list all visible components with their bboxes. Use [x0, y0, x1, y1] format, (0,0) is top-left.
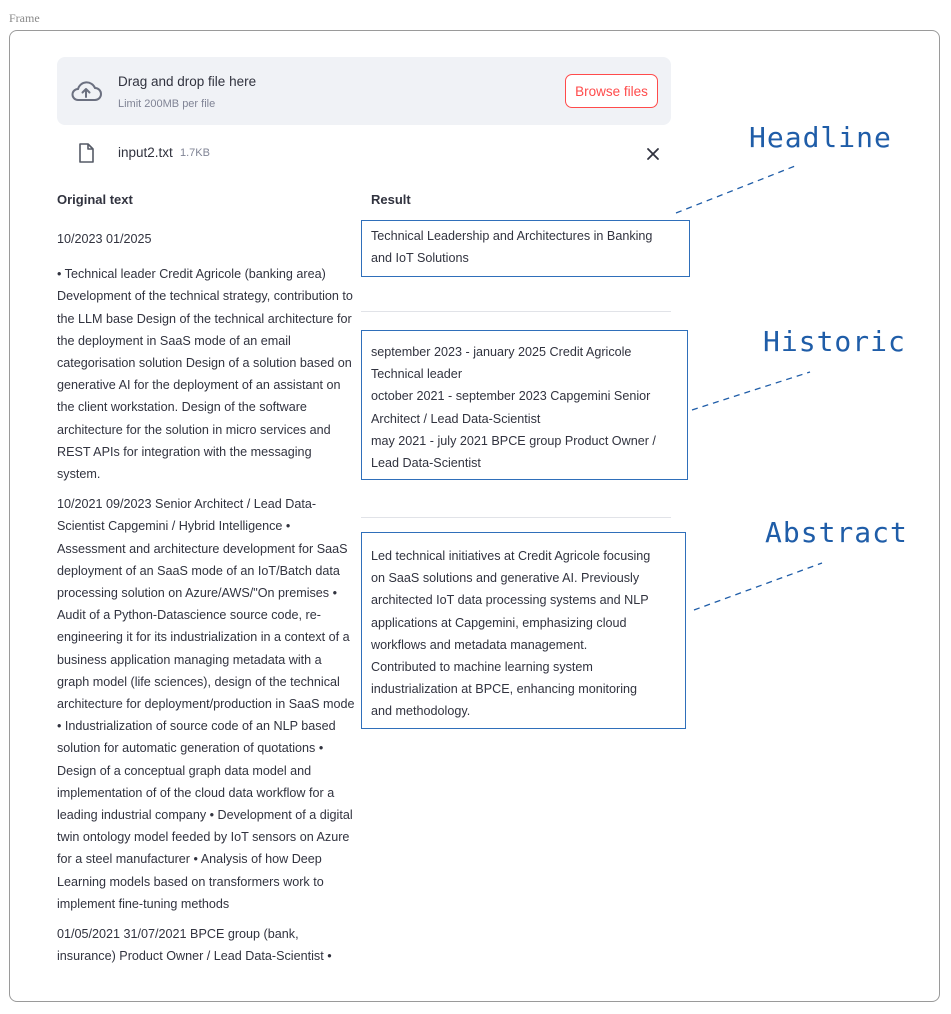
abstract-annotation: Abstract	[765, 516, 908, 549]
original-paragraph: 10/2023 01/2025	[57, 232, 152, 246]
file-size: 1.7KB	[180, 147, 210, 159]
original-text-panel: 10/2023 01/2025 • Technical leader Credi…	[57, 228, 357, 976]
historic-line: Architect / Lead Data-Scientist	[371, 411, 541, 426]
headline-annotation: Headline	[749, 121, 892, 154]
abstract-line: architected IoT data processing systems …	[371, 593, 649, 608]
cloud-upload-icon	[71, 81, 102, 101]
historic-line: Lead Data-Scientist	[371, 456, 481, 471]
abstract-line: and methodology.	[371, 704, 471, 719]
abstract-line: applications at Capgemini, emphasizing c…	[371, 615, 627, 630]
abstract-line: Led technical initiatives at Credit Agri…	[371, 549, 651, 563]
historic-line: Technical leader	[371, 367, 463, 382]
historic-line: september 2023 - january 2025 Credit Agr…	[371, 345, 632, 359]
original-paragraph: • Technical leader Credit Agricole (bank…	[57, 267, 353, 482]
headline-line: Technical Leadership and Architectures i…	[371, 229, 653, 243]
dropzone-limit: Limit 200MB per file	[118, 98, 216, 110]
uploaded-file-row: input2.txt 1.7KB	[57, 141, 671, 167]
original-text-header: Original text	[57, 192, 133, 207]
headline-result-box: Technical Leadership and Architectures i…	[361, 220, 690, 277]
divider	[361, 517, 671, 518]
file-name: input2.txt	[118, 145, 173, 160]
result-header: Result	[371, 192, 411, 207]
historic-line: october 2021 - september 2023 Capgemini …	[371, 389, 651, 404]
historic-line: may 2021 - july 2021 BPCE group Product …	[371, 433, 656, 448]
original-paragraph: 10/2021 09/2023 Senior Architect / Lead …	[57, 497, 355, 911]
historic-annotation: Historic	[763, 325, 906, 358]
abstract-line: on SaaS solutions and generative AI. Pre…	[371, 571, 640, 586]
abstract-line: workflows and metadata management.	[371, 637, 588, 652]
file-dropzone[interactable]: Drag and drop file here Limit 200MB per …	[57, 57, 671, 125]
historic-result-box: september 2023 - january 2025 Credit Agr…	[361, 330, 688, 480]
headline-line: and IoT Solutions	[371, 251, 469, 266]
abstract-line: Contributed to machine learning system	[371, 660, 593, 675]
divider	[361, 311, 671, 312]
file-icon	[79, 143, 94, 163]
browse-files-button[interactable]: Browse files	[565, 74, 658, 108]
frame-label: Frame	[9, 11, 40, 25]
dropzone-title: Drag and drop file here	[118, 74, 257, 89]
abstract-line: industrialization at BPCE, enhancing mon…	[371, 682, 638, 697]
close-icon[interactable]	[644, 145, 662, 163]
abstract-result-box: Led technical initiatives at Credit Agri…	[361, 532, 686, 729]
original-paragraph: 01/05/2021 31/07/2021 BPCE group (bank, …	[57, 927, 332, 964]
